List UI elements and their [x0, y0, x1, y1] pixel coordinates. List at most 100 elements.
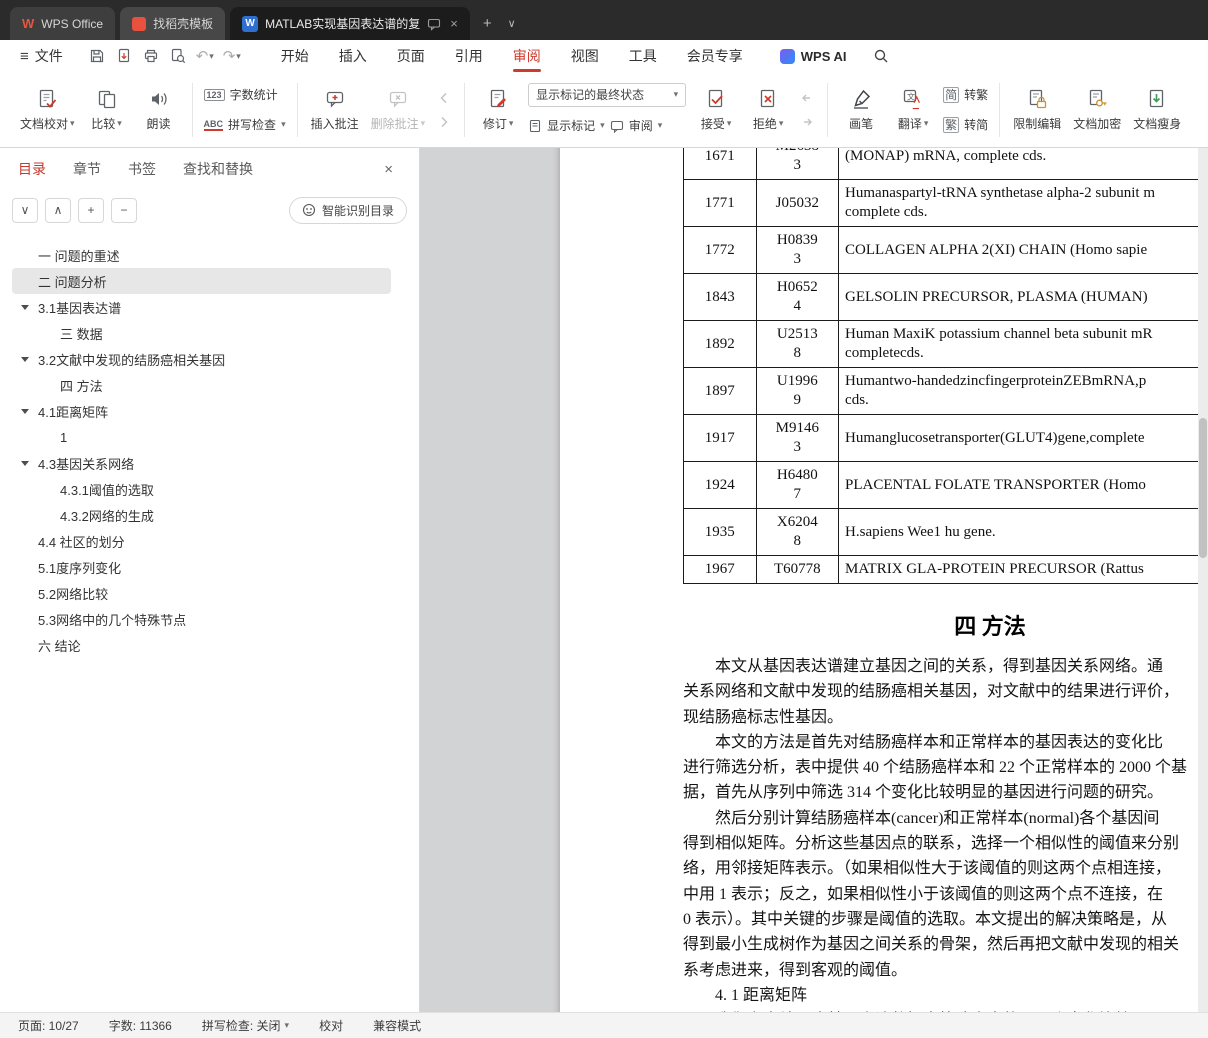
show-markup-button[interactable]: 显示标记 ▾ [528, 115, 605, 137]
smart-toc-button[interactable]: 智能识别目录 [288, 196, 407, 224]
accept-change-button[interactable]: 接受 ▾ [690, 78, 742, 142]
menu-tab[interactable]: 视图 [556, 40, 614, 72]
next-change-icon[interactable] [797, 113, 817, 131]
word-count-indicator[interactable]: 字数: 11366 [109, 1017, 172, 1034]
word-count-button[interactable]: 123 字数统计 [203, 84, 286, 106]
slim-document-button[interactable]: 文档瘦身 [1127, 78, 1187, 142]
tab-wps-office-label: WPS Office [41, 16, 104, 31]
review-pane-button[interactable]: 审阅 ▾ [610, 115, 662, 137]
menu-tab[interactable]: 会员专享 [672, 40, 758, 72]
close-sidebar-icon[interactable]: × [376, 161, 401, 178]
delete-comment-button[interactable]: 删除批注 ▾ [365, 78, 432, 142]
sidebar-tab[interactable]: 查找和替换 [183, 159, 253, 179]
insert-comment-button[interactable]: 插入批注 [305, 78, 365, 142]
toc-item[interactable]: 5.2网络比较 [12, 580, 391, 606]
page-indicator[interactable]: 页面: 10/27 [18, 1017, 79, 1034]
menu-tab[interactable]: 插入 [324, 40, 382, 72]
proofread-button[interactable]: 校对 [319, 1017, 343, 1034]
toc-item[interactable]: 1 [12, 424, 391, 450]
doc-proofread-button[interactable]: 文档校对 ▾ [14, 78, 81, 142]
export-pdf-button[interactable] [112, 44, 136, 68]
accession-cell: M2638 3 [755, 148, 840, 180]
spell-check-toggle[interactable]: 拼写检查: 关闭 ▾ [202, 1017, 289, 1034]
search-icon[interactable] [873, 48, 889, 64]
ink-pen-icon [850, 88, 872, 110]
menu-tab-label: 页面 [396, 48, 425, 64]
accession-cell: J05032 [755, 179, 840, 227]
wps-logo-icon: W [22, 16, 35, 31]
previous-change-icon[interactable] [797, 89, 817, 107]
menu-tab[interactable]: 工具 [614, 40, 672, 72]
read-aloud-button[interactable]: 朗读 [133, 78, 185, 142]
toc-item[interactable]: 4.3.2网络的生成 [12, 502, 391, 528]
toc-item[interactable]: 四 方法 [12, 372, 391, 398]
markup-state-select[interactable]: 显示标记的最终状态 ▾ [528, 82, 687, 107]
tab-docer-label: 找稻壳模板 [153, 17, 214, 31]
toc-item[interactable]: 3.1基因表达谱 [12, 294, 391, 320]
restrict-editing-button[interactable]: 限制编辑 [1007, 78, 1067, 142]
toc-item[interactable]: 一 问题的重述 [12, 242, 391, 268]
track-changes-button[interactable]: 修订 ▾ [472, 78, 524, 142]
expand-all-button[interactable]: + [78, 197, 104, 223]
sidebar-tab[interactable]: 章节 [73, 159, 101, 179]
toc-item[interactable]: 4.1距离矩阵 [12, 398, 391, 424]
chevron-up-button[interactable]: ∧ [45, 197, 71, 223]
translate-button[interactable]: 文 翻译 ▾ [887, 78, 939, 142]
review-pane-icon [610, 119, 624, 133]
reject-change-button[interactable]: 拒绝 ▾ [742, 78, 794, 142]
toc-expand-icon[interactable] [21, 357, 29, 366]
menu-tab[interactable]: 开始 [266, 40, 324, 72]
toc-expand-icon[interactable] [21, 305, 29, 314]
chevron-down-button[interactable]: ∨ [12, 197, 38, 223]
tab-document-active[interactable]: W MATLAB实现基因表达谱的复 × [230, 7, 470, 40]
tab-docer-templates[interactable]: 找稻壳模板 [120, 7, 226, 40]
toc-expand-icon[interactable] [21, 461, 29, 470]
print-preview-button[interactable] [166, 44, 190, 68]
toc-item[interactable]: 5.1度序列变化 [12, 554, 391, 580]
menu-tab[interactable]: 引用 [440, 40, 498, 72]
compatibility-mode-indicator[interactable]: 兼容模式 [373, 1017, 421, 1034]
collapse-all-button[interactable]: − [111, 197, 137, 223]
menu-tab[interactable]: 页面 [382, 40, 440, 72]
spell-check-button[interactable]: ABC 拼写检查 ▾ [203, 114, 286, 136]
menu-tab[interactable]: 审阅 [498, 40, 556, 72]
sidebar-tab[interactable]: 书签 [128, 159, 156, 179]
toc-list: 一 问题的重述 二 问题分析 3.1基因表达谱 三 数据 3.2文献中发现的结肠… [0, 230, 419, 658]
gene-id-cell: 1892 [683, 320, 757, 368]
scrollbar-thumb[interactable] [1199, 418, 1207, 558]
compare-button[interactable]: 比较 ▾ [81, 78, 133, 142]
comment-bubble-icon[interactable] [427, 17, 441, 31]
print-button[interactable] [139, 44, 163, 68]
toc-item[interactable]: 4.3基因关系网络 [12, 450, 391, 476]
encrypt-document-button[interactable]: 文档加密 [1067, 78, 1127, 142]
ink-pen-button[interactable]: 画笔 [835, 78, 887, 142]
previous-comment-icon[interactable] [434, 89, 454, 107]
toc-item[interactable]: 4.3.1阈值的选取 [12, 476, 391, 502]
toc-item[interactable]: 二 问题分析 [12, 268, 391, 294]
redo-button[interactable]: ↷ ▾ [220, 44, 244, 68]
sidebar-tab[interactable]: 目录 [18, 159, 46, 179]
gene-table: 1671 M2638 3 (MONAP) mRNA, complete cds.… [683, 148, 1198, 584]
undo-button[interactable]: ↶ ▾ [193, 44, 217, 68]
description-cell: MATRIX GLA-PROTEIN PRECURSOR (Rattus [838, 555, 1198, 584]
close-tab-icon[interactable]: × [450, 16, 458, 31]
toc-item[interactable]: 5.3网络中的几个特殊节点 [12, 606, 391, 632]
toc-expand-icon[interactable] [21, 409, 29, 418]
tab-list-dropdown-icon[interactable]: ∨ [500, 7, 524, 40]
gene-id-cell: 1671 [683, 148, 757, 180]
toc-item[interactable]: 三 数据 [12, 320, 391, 346]
toc-item[interactable]: 3.2文献中发现的结肠癌相关基因 [12, 346, 391, 372]
toc-item-label: 四 方法 [60, 378, 103, 394]
vertical-scrollbar[interactable] [1198, 148, 1208, 1012]
new-tab-button[interactable]: + [475, 7, 500, 40]
file-menu-button[interactable]: ≡ 文件 [8, 46, 75, 66]
toc-item[interactable]: 4.4 社区的划分 [12, 528, 391, 554]
toc-item[interactable]: 六 结论 [12, 632, 391, 658]
save-button[interactable] [85, 44, 109, 68]
next-comment-icon[interactable] [434, 113, 454, 131]
simplified-to-traditional-button[interactable]: 简 转繁 [943, 84, 988, 106]
traditional-to-simplified-button[interactable]: 繁 转简 [943, 114, 988, 136]
tab-wps-office[interactable]: W WPS Office [10, 7, 116, 40]
wps-ai-button[interactable]: WPS AI [779, 48, 847, 64]
gene-id-cell: 1967 [683, 555, 757, 584]
